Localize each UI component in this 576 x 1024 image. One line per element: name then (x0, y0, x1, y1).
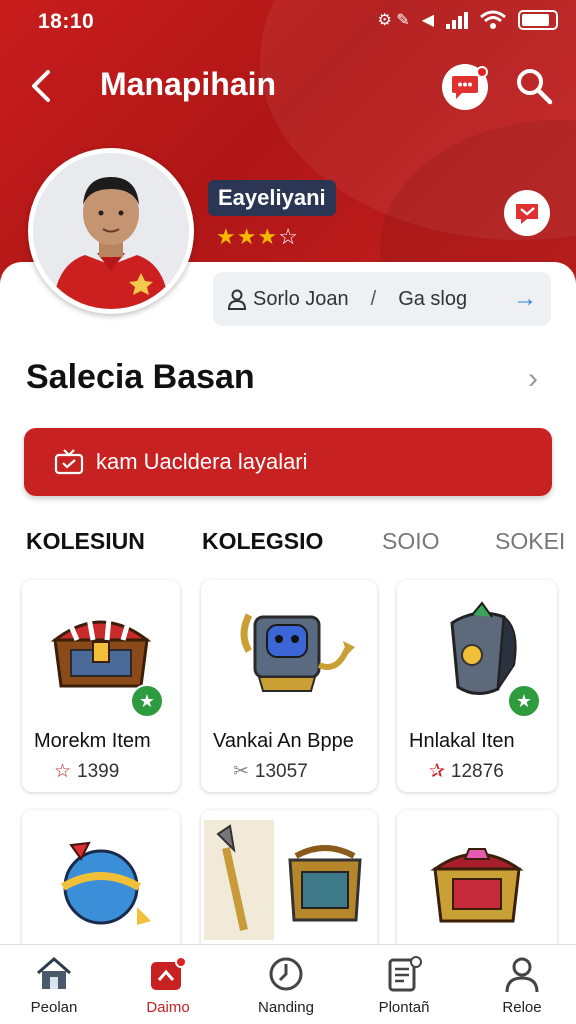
item-count-value: 12876 (450, 761, 504, 782)
send-icon (516, 204, 538, 224)
tab-kolesiun[interactable]: KOLESIUN (26, 528, 145, 555)
nav-label: Peolan (30, 999, 78, 1016)
back-button[interactable] (24, 66, 64, 106)
star-filled-icon: ★ (257, 224, 279, 249)
bottom-navigation: Peolan Daimo Nanding Plontañ Reloe (0, 944, 576, 1024)
user-icon (505, 957, 539, 993)
nav-item-home[interactable]: Peolan (4, 953, 104, 1016)
robot-gadget-icon (201, 580, 377, 720)
star-badge-icon: ★ (507, 684, 541, 718)
tag-icon: ✂ (233, 761, 249, 782)
item-name: Morekm Item (34, 730, 151, 752)
nav-item-timer[interactable]: Nanding (236, 953, 336, 1016)
chevron-left-icon (32, 70, 50, 102)
document-icon (388, 956, 422, 992)
mute-icon: ◀ (421, 12, 434, 29)
section-title: Salecia Basan (26, 358, 255, 396)
arrow-right-icon[interactable]: → (513, 285, 537, 313)
item-card[interactable]: ★ Morekm Item ☆ 1399 (22, 580, 180, 792)
info-left-text: Sorlo Joan (253, 287, 349, 310)
nav-label: Plontañ (378, 999, 430, 1016)
item-name: Hnlakal Iten (409, 730, 515, 752)
primary-action-label: kam Uacldera layalari (96, 449, 308, 474)
globe-relic-icon (22, 810, 180, 950)
username-badge: Eayeliyani (208, 180, 336, 216)
item-count: ☆ 1399 (54, 760, 119, 783)
notification-icons: ⚙ ✎ (377, 12, 410, 29)
item-card[interactable]: Vankai An Bppe ✂ 13057 (201, 580, 377, 792)
game-icon (151, 956, 187, 990)
item-count: ✰ 12876 (429, 760, 504, 783)
tab-soio[interactable]: SOIO (382, 528, 440, 555)
battery-icon (518, 10, 558, 30)
notification-dot (476, 66, 488, 78)
share-button[interactable] (504, 190, 550, 236)
star-outline-icon: ✰ (429, 761, 445, 782)
player-avatar-image (33, 153, 189, 309)
item-count-value: 1399 (77, 761, 120, 782)
info-separator: / (370, 287, 377, 310)
primary-action-button[interactable]: kam Uacldera layalari (24, 428, 552, 496)
avatar[interactable] (28, 148, 194, 314)
star-badge-icon: ★ (130, 684, 164, 718)
wifi-icon (480, 10, 506, 29)
nav-item-document[interactable]: Plontañ (354, 953, 454, 1016)
nav-label: Nanding (258, 999, 314, 1016)
signal-icon (446, 11, 468, 29)
nav-label: Daimo (146, 999, 190, 1016)
tab-kolegsio[interactable]: KOLEGSIO (202, 528, 323, 555)
nav-label: Reloe (502, 999, 542, 1016)
tab-bar: KOLESIUN KOLEGSIO SOIO SOKEI (0, 528, 576, 568)
timer-icon (269, 957, 303, 991)
home-icon (37, 957, 71, 989)
info-right-text: Ga slog (398, 287, 468, 310)
chevron-right-icon[interactable]: › (528, 362, 538, 396)
nav-item-profile[interactable]: Reloe (472, 953, 572, 1016)
star-filled-icon: ★ (236, 224, 258, 249)
page-title: Manapihain (100, 66, 277, 102)
item-card[interactable]: ★ Hnlakal Iten ✰ 12876 (397, 580, 557, 792)
tv-icon (54, 449, 84, 475)
star-empty-icon: ☆ (278, 224, 299, 249)
item-count-value: 13057 (254, 761, 308, 782)
rating-stars: ★★★☆ (216, 224, 299, 250)
profile-info-bar[interactable]: Sorlo Joan / Ga slog → (213, 272, 551, 326)
item-count: ✂ 13057 (233, 760, 308, 783)
tab-sokei[interactable]: SOKEI (495, 528, 565, 555)
chat-button[interactable] (442, 64, 488, 110)
star-outline-icon: ☆ (54, 761, 72, 782)
search-icon (517, 69, 553, 105)
item-name: Vankai An Bppe (213, 730, 354, 752)
search-button[interactable] (512, 64, 556, 108)
nav-item-game[interactable]: Daimo (118, 953, 218, 1016)
ruby-chest-icon (397, 810, 557, 950)
chat-bubble-icon (452, 76, 478, 99)
status-time: 18:10 (38, 10, 95, 33)
status-bar: 18:10 ⚙ ✎ ◀ (0, 0, 576, 44)
star-filled-icon: ★ (216, 224, 237, 249)
staff-and-chest-icon (201, 810, 377, 950)
user-outline-icon (227, 289, 247, 310)
